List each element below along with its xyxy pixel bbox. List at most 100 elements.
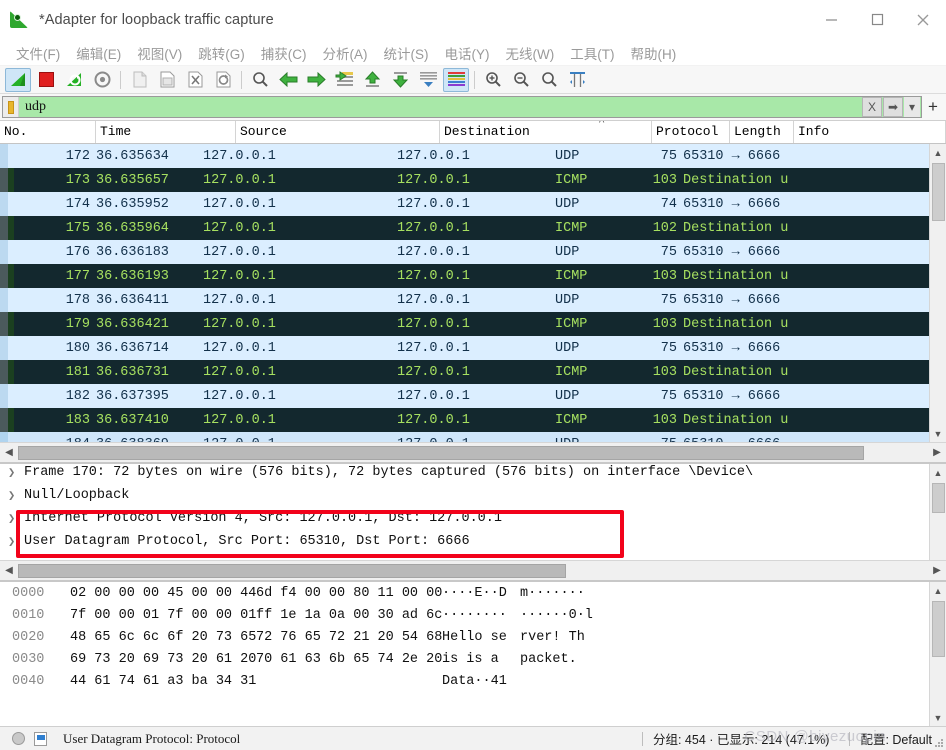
expand-arrow-icon[interactable]: ❯ (8, 464, 24, 480)
bytes-scroll-down-icon[interactable]: ▼ (930, 709, 946, 726)
restart-capture-icon[interactable] (61, 68, 87, 92)
expand-arrow-icon[interactable]: ❯ (8, 510, 24, 526)
go-to-first-icon[interactable] (359, 68, 385, 92)
column-no[interactable]: No. (0, 121, 96, 143)
packet-row[interactable]: 180 36.636714 127.0.0.1 127.0.0.1 UDP 75 65310… (0, 336, 946, 360)
menu-help[interactable]: 帮助(H) (622, 41, 684, 65)
close-button[interactable] (900, 0, 946, 40)
detail-udp[interactable]: ❯ User Datagram Protocol, Src Port: 65310… (0, 533, 946, 556)
column-source[interactable]: Source (236, 121, 440, 143)
packet-row[interactable]: 18436.638369127.0.0.1127.0.0.1UDP7565310… (0, 432, 946, 442)
expert-info-icon[interactable] (12, 732, 25, 745)
menu-view[interactable]: 视图(V) (129, 41, 190, 65)
open-file-icon[interactable] (126, 68, 152, 92)
menu-telephony[interactable]: 电话(Y) (437, 41, 498, 65)
hex-row[interactable]: 0040 44 61 74 61 a3 ba 34 31 Data··41 (0, 670, 946, 692)
menu-wireless[interactable]: 无线(W) (498, 41, 563, 65)
resize-columns-icon[interactable] (564, 68, 590, 92)
packet-row[interactable]: 172 36.635634 127.0.0.1 127.0.0.1 UDP 75 65310… (0, 144, 946, 168)
hex-row[interactable]: 0010 7f 00 00 01 7f 00 00 01 ff 1e 1a 0a 0… (0, 604, 946, 626)
colorize-icon[interactable] (443, 67, 469, 92)
packet-row[interactable]: 183 36.637410 127.0.0.1 127.0.0.1 ICMP 103 Des… (0, 408, 946, 432)
go-to-packet-icon[interactable] (331, 68, 357, 92)
packet-row[interactable]: 179 36.636421 127.0.0.1 127.0.0.1 ICMP 103 Des… (0, 312, 946, 336)
zoom-in-icon[interactable] (480, 68, 506, 92)
zoom-reset-icon[interactable] (536, 68, 562, 92)
menu-edit[interactable]: 编辑(E) (68, 41, 129, 65)
stop-capture-icon[interactable] (33, 68, 59, 92)
hex-row[interactable]: 0030 69 73 20 69 73 20 61 20 70 61 63 6b 6… (0, 648, 946, 670)
bookmark-icon[interactable] (3, 97, 19, 117)
detail-hscrollbar[interactable]: ◀ ▶ (0, 560, 946, 580)
menu-go[interactable]: 跳转(G) (190, 41, 253, 65)
column-destination[interactable]: Destination ^ (440, 121, 652, 143)
status-profile[interactable]: 配置: Default (860, 729, 932, 748)
column-time[interactable]: Time (96, 121, 236, 143)
packet-row[interactable]: 173 36.635657 127.0.0.1 127.0.0.1 ICMP 103 Des… (0, 168, 946, 192)
cell-protocol: ICMP (555, 364, 588, 380)
scroll-right-icon[interactable]: ▶ (928, 444, 946, 462)
cell-info: Destination u (683, 316, 789, 332)
menu-bar: 文件(F) 编辑(E) 视图(V) 跳转(G) 捕获(C) 分析(A) 统计(S… (0, 40, 946, 66)
apply-filter-button[interactable]: ➡ (883, 97, 903, 117)
packet-list-hscrollbar[interactable]: ◀ ▶ (0, 442, 946, 462)
display-filter-input[interactable]: udp X ➡ ▾ (2, 96, 922, 118)
packet-list-rows[interactable]: ▲ ▼ 172 36.635634 127.0.0.1 127.0.0.1 UDP 75 6… (0, 144, 946, 442)
packet-row[interactable]: 176 36.636183 127.0.0.1 127.0.0.1 UDP 75 65310… (0, 240, 946, 264)
capture-comment-icon[interactable] (34, 731, 47, 746)
hex-row[interactable]: 0000 02 00 00 00 45 00 00 44 6d f4 00 00 8… (0, 582, 946, 604)
menu-analyze[interactable]: 分析(A) (315, 41, 376, 65)
auto-scroll-icon[interactable] (415, 68, 441, 92)
detail-null-loopback[interactable]: ❯ Null/Loopback (0, 487, 946, 510)
save-file-icon[interactable] (154, 68, 180, 92)
packet-row[interactable]: 182 36.637395 127.0.0.1 127.0.0.1 UDP 75 65310… (0, 384, 946, 408)
cell-no: 176 (65, 244, 90, 260)
column-info[interactable]: Info (794, 121, 946, 143)
scroll-up-icon[interactable]: ▲ (930, 144, 946, 161)
hex-row[interactable]: 0020 48 65 6c 6c 6f 20 73 65 72 76 65 72 2… (0, 626, 946, 648)
packet-row[interactable]: 174 36.635952 127.0.0.1 127.0.0.1 UDP 74 65310… (0, 192, 946, 216)
maximize-button[interactable] (854, 0, 900, 40)
menu-capture[interactable]: 捕获(C) (253, 41, 315, 65)
detail-frame[interactable]: ❯ Frame 170: 72 bytes on wire (576 bits),… (0, 464, 946, 487)
packet-row[interactable]: 177 36.636193 127.0.0.1 127.0.0.1 ICMP 103 Des… (0, 264, 946, 288)
packet-row[interactable]: 175 36.635964 127.0.0.1 127.0.0.1 ICMP 102 Des… (0, 216, 946, 240)
clear-filter-button[interactable]: X (862, 97, 882, 117)
capture-options-icon[interactable] (89, 68, 115, 92)
packet-row[interactable]: 178 36.636411 127.0.0.1 127.0.0.1 UDP 75 65310… (0, 288, 946, 312)
column-length[interactable]: Length (730, 121, 794, 143)
minimize-button[interactable] (808, 0, 854, 40)
scroll-down-icon[interactable]: ▼ (930, 425, 946, 442)
close-file-icon[interactable] (182, 68, 208, 92)
display-filter-value[interactable]: udp (19, 99, 862, 115)
packet-list-vscrollbar[interactable]: ▲ ▼ (929, 144, 946, 442)
bytes-scroll-up-icon[interactable]: ▲ (930, 582, 946, 599)
menu-tools[interactable]: 工具(T) (562, 41, 622, 65)
reload-file-icon[interactable] (210, 68, 236, 92)
packet-detail-pane[interactable]: ❯ Frame 170: 72 bytes on wire (576 bits),… (0, 462, 946, 580)
start-capture-icon[interactable] (5, 67, 31, 92)
go-forward-icon[interactable] (303, 68, 329, 92)
add-filter-button[interactable]: + (922, 97, 944, 117)
resize-grip-icon[interactable] (934, 738, 944, 748)
packet-bytes-pane[interactable]: 0000 02 00 00 00 45 00 00 44 6d f4 00 00 8… (0, 580, 946, 726)
detail-scroll-up-icon[interactable]: ▲ (930, 464, 946, 481)
bytes-vscrollbar[interactable]: ▲ ▼ (929, 582, 946, 726)
cell-destination: 127.0.0.1 (397, 196, 470, 212)
detail-scroll-right-icon[interactable]: ▶ (928, 562, 946, 580)
packet-row[interactable]: 181 36.636731 127.0.0.1 127.0.0.1 ICMP 103 Des… (0, 360, 946, 384)
find-packet-icon[interactable] (247, 68, 273, 92)
go-to-last-icon[interactable] (387, 68, 413, 92)
menu-file[interactable]: 文件(F) (8, 41, 68, 65)
detail-ipv4[interactable]: ❯ Internet Protocol Version 4, Src: 127.0… (0, 510, 946, 533)
detail-scroll-left-icon[interactable]: ◀ (0, 562, 18, 580)
menu-statistics[interactable]: 统计(S) (376, 41, 437, 65)
cell-source: 127.0.0.1 (203, 196, 276, 212)
filter-dropdown-button[interactable]: ▾ (904, 97, 920, 117)
expand-arrow-icon[interactable]: ❯ (8, 487, 24, 503)
column-protocol[interactable]: Protocol (652, 121, 730, 143)
expand-arrow-icon[interactable]: ❯ (8, 533, 24, 549)
scroll-left-icon[interactable]: ◀ (0, 444, 18, 462)
go-back-icon[interactable] (275, 68, 301, 92)
zoom-out-icon[interactable] (508, 68, 534, 92)
